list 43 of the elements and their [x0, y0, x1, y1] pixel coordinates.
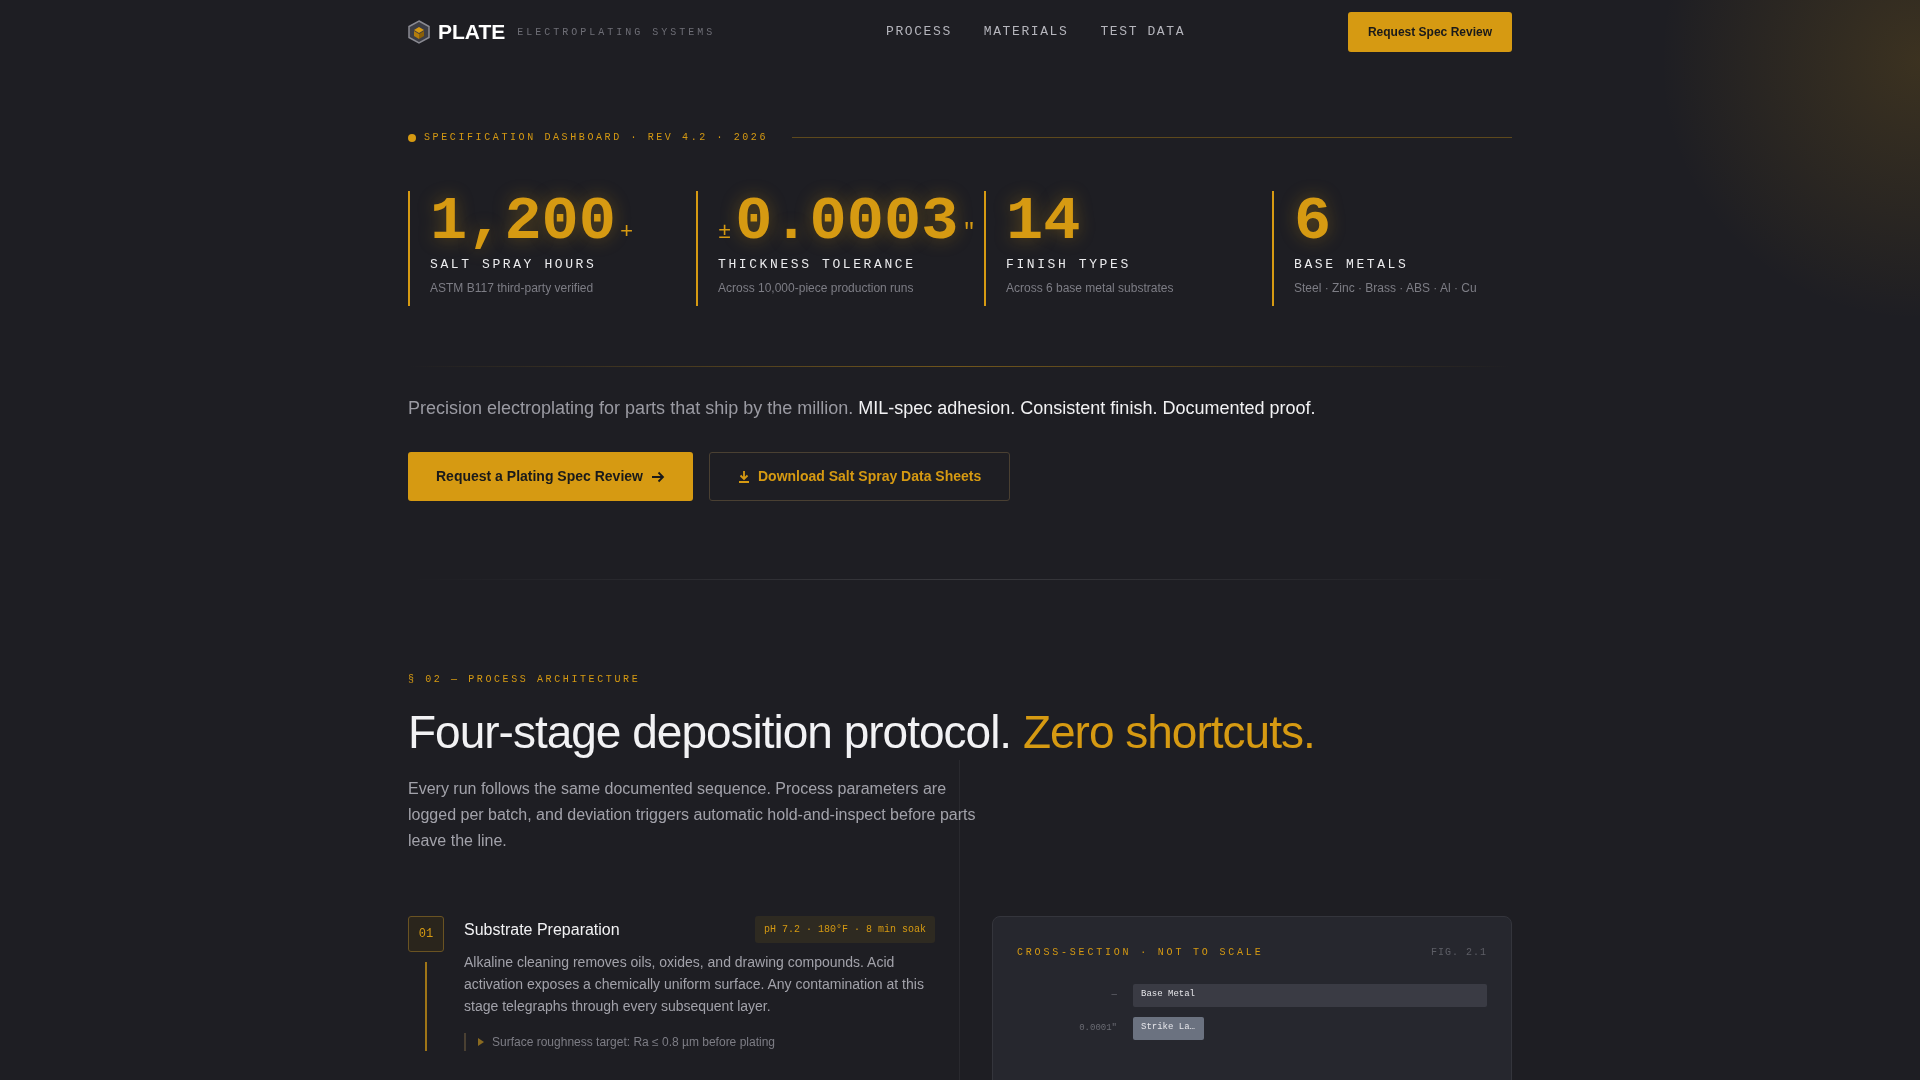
nav-link[interactable]: PROCESS [886, 22, 952, 42]
stat-value: 6 [1294, 191, 1332, 253]
download-button[interactable]: Download Salt Spray Data Sheets [708, 452, 1011, 501]
section-eyebrow: § 02 — PROCESS ARCHITECTURE [408, 673, 642, 687]
stat-value: 1,200 [430, 191, 617, 253]
request-review-button[interactable]: Request Spec Review [1347, 12, 1512, 52]
stat-label: BASE METALS [1294, 256, 1410, 274]
stat-suffix: " [962, 219, 976, 247]
layer-thickness: — [1110, 988, 1117, 1002]
brand-name[interactable]: PLATE [438, 16, 506, 48]
stat-note: Across 6 base metal substrates [1006, 279, 1175, 297]
arrow-icon [650, 470, 665, 483]
dashboard-eyebrow: SPECIFICATION DASHBOARD · REV 4.2 · 2026 [424, 131, 769, 145]
nav-link[interactable]: TEST DATA [1100, 22, 1186, 42]
spec-review-button[interactable]: Request a Plating Spec Review [408, 452, 693, 501]
bullet-icon [478, 1038, 484, 1047]
logo-icon [408, 20, 430, 44]
stat-label: SALT SPRAY HOURS [430, 256, 598, 274]
layer-bar: Base Metal [1133, 984, 1487, 1008]
status-dot [408, 133, 416, 142]
download-icon [737, 470, 750, 483]
figure-title: CROSS-SECTION · NOT TO SCALE [1017, 946, 1264, 961]
section-intro: Every run follows the same documented sequence. Process parameters are logged per batch, and deviation triggers automatic hold-and-inspect before parts leave the line. [408, 779, 977, 852]
stat-note: ASTM B117 third-party verified [430, 279, 595, 297]
stat-note: Across 10,000-piece production runs [718, 279, 915, 297]
step-title: Substrate Preparation [464, 919, 620, 940]
stat-value: 0.0003 [735, 191, 959, 253]
nav-link[interactable]: MATERIALS [983, 22, 1069, 42]
layer-thickness: 0.0001" [1078, 1021, 1117, 1035]
stat-prefix: ± [718, 219, 732, 247]
parameter-tag: pH 7.2 · 180°F · 8 min soak [754, 916, 935, 944]
tagline-text: Precision electroplating for parts that ship by the million. MIL-spec adhesion. Consistent finish. Documented proof. [408, 397, 1317, 420]
step-note: Surface roughness target: Ra ≤ 0.8 µm before plating [492, 1034, 775, 1052]
stat-value: 14 [1006, 191, 1081, 253]
step-description: Alkaline cleaning removes oils, oxides, and drawing compounds. Acid activation exposes a chemically uniform surface. Any contamination at this stage telegraphs through every subsequent layer. [464, 953, 925, 1017]
stat-suffix: + [620, 219, 634, 247]
stat-note: Steel · Zinc · Brass · ABS · Al · Cu [1294, 279, 1478, 297]
stat-label: THICKNESS TOLERANCE [718, 256, 917, 274]
layer-bar: Strike La… [1133, 1017, 1204, 1041]
section-heading: Four-stage deposition protocol. Zero shortcuts. [408, 705, 1316, 760]
brand-tagline: ELECTROPLATING SYSTEMS [517, 25, 716, 40]
stat-label: FINISH TYPES [1006, 256, 1132, 274]
step-number: 01 [408, 916, 444, 953]
